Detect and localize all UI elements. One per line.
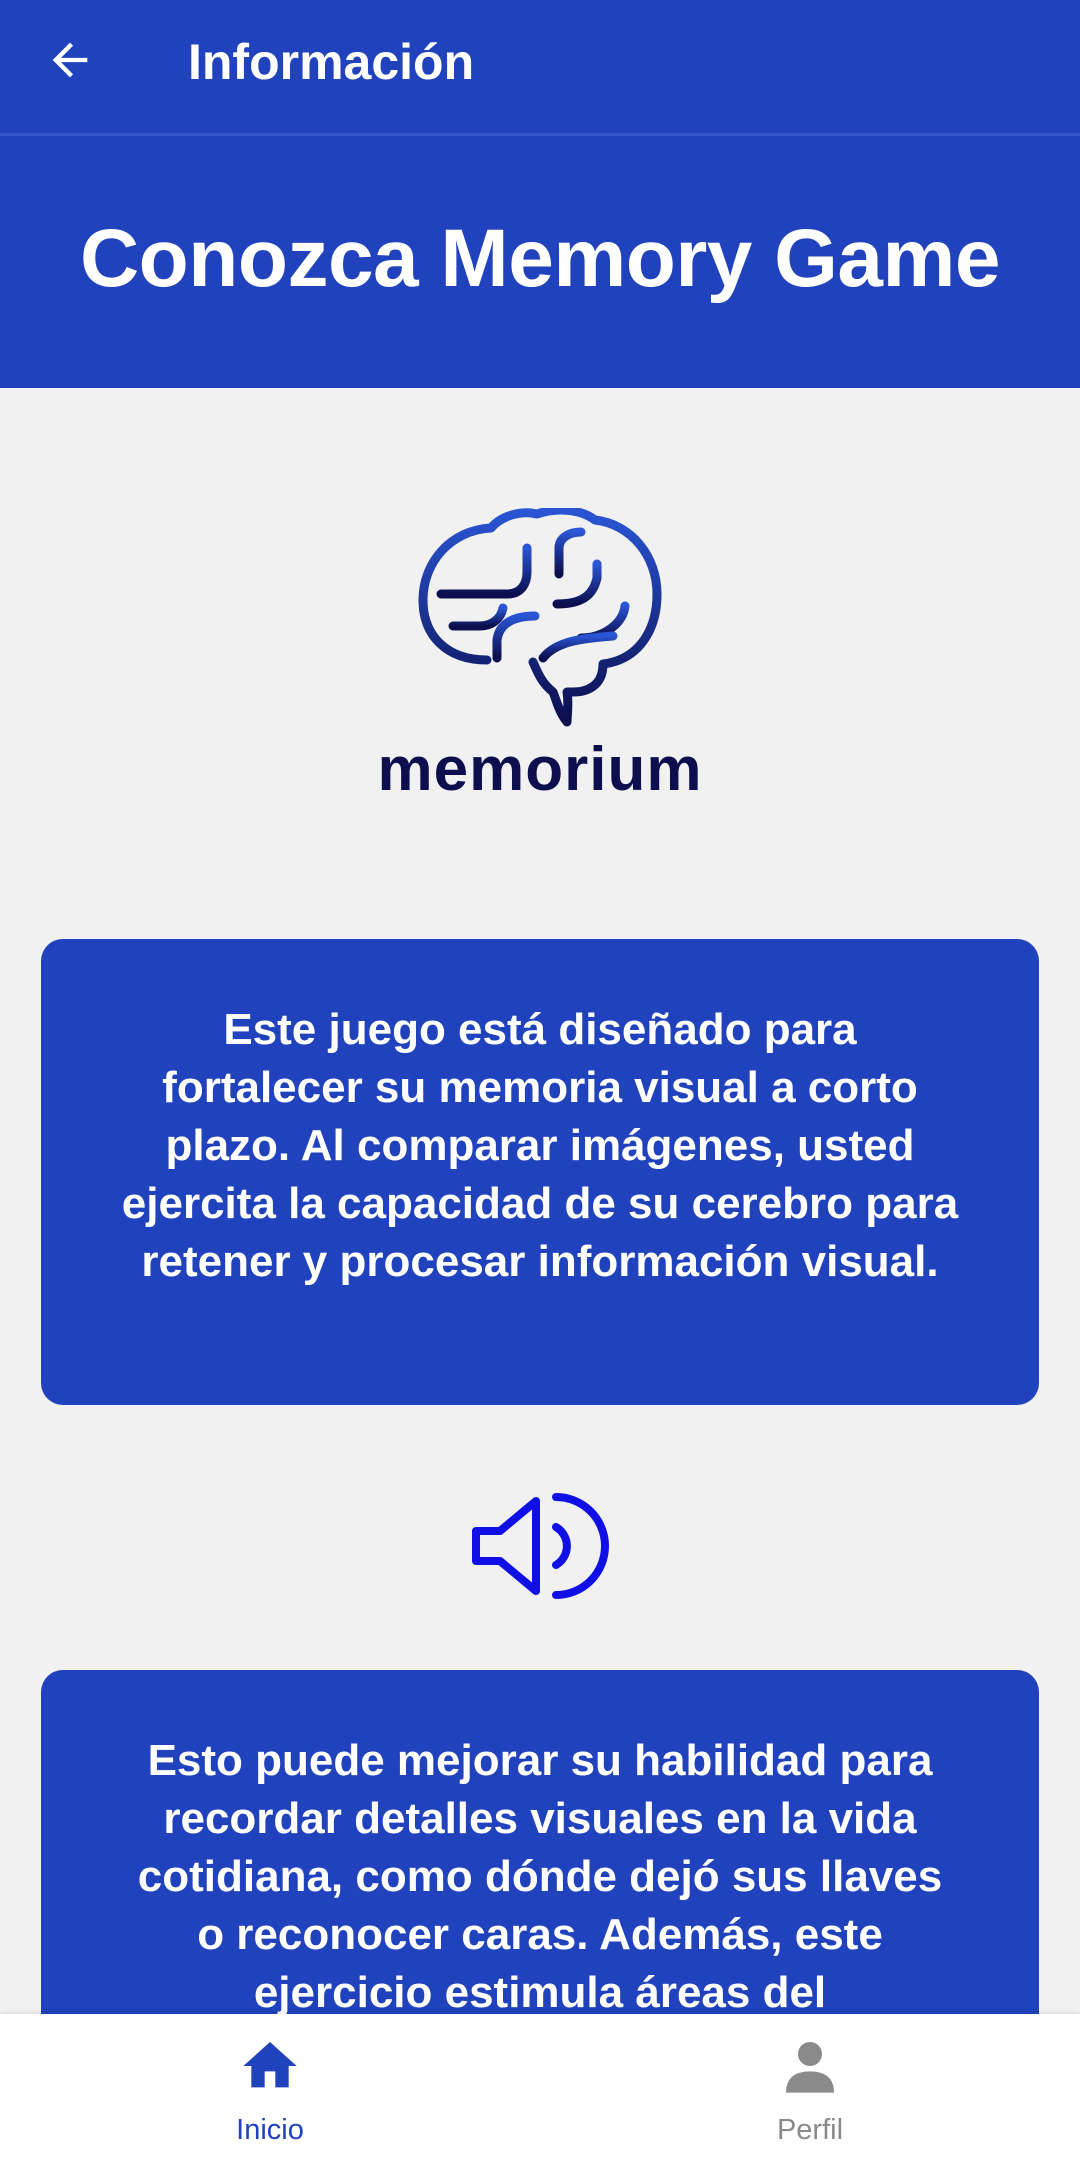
hero-title: Conozca Memory Game bbox=[79, 213, 1001, 304]
hero-banner: Conozca Memory Game bbox=[0, 136, 1080, 388]
arrow-left-icon bbox=[52, 42, 88, 78]
speaker-button[interactable] bbox=[470, 1491, 610, 1601]
person-icon bbox=[786, 2042, 834, 2093]
nav-item-perfil[interactable]: Perfil bbox=[690, 2014, 930, 2160]
app-bar: Información bbox=[0, 0, 1080, 136]
bottom-navigation: Inicio Perfil bbox=[0, 2014, 1080, 2160]
brain-icon bbox=[418, 508, 662, 727]
info-card: Este juego está diseñado para fortalecer… bbox=[41, 939, 1039, 1405]
nav-label: Perfil bbox=[776, 2114, 844, 2146]
home-icon bbox=[243, 2042, 297, 2088]
nav-item-inicio[interactable]: Inicio bbox=[150, 2014, 390, 2160]
volume-icon bbox=[472, 1493, 609, 1599]
logo-wordmark: memorium bbox=[377, 735, 703, 804]
info-card-text: Este juego está diseñado para fortalecer… bbox=[121, 1005, 959, 1286]
memorium-logo: memorium bbox=[370, 508, 710, 838]
back-button[interactable] bbox=[28, 18, 112, 102]
nav-label: Inicio bbox=[236, 2114, 304, 2146]
info-card: Esto puede mejorar su habilidad para rec… bbox=[41, 1670, 1039, 2014]
info-card-text: Esto puede mejorar su habilidad para rec… bbox=[137, 1736, 943, 2014]
scroll-content[interactable]: memorium Este juego está diseñado para f… bbox=[0, 388, 1080, 2014]
app-bar-title: Información bbox=[188, 34, 475, 90]
